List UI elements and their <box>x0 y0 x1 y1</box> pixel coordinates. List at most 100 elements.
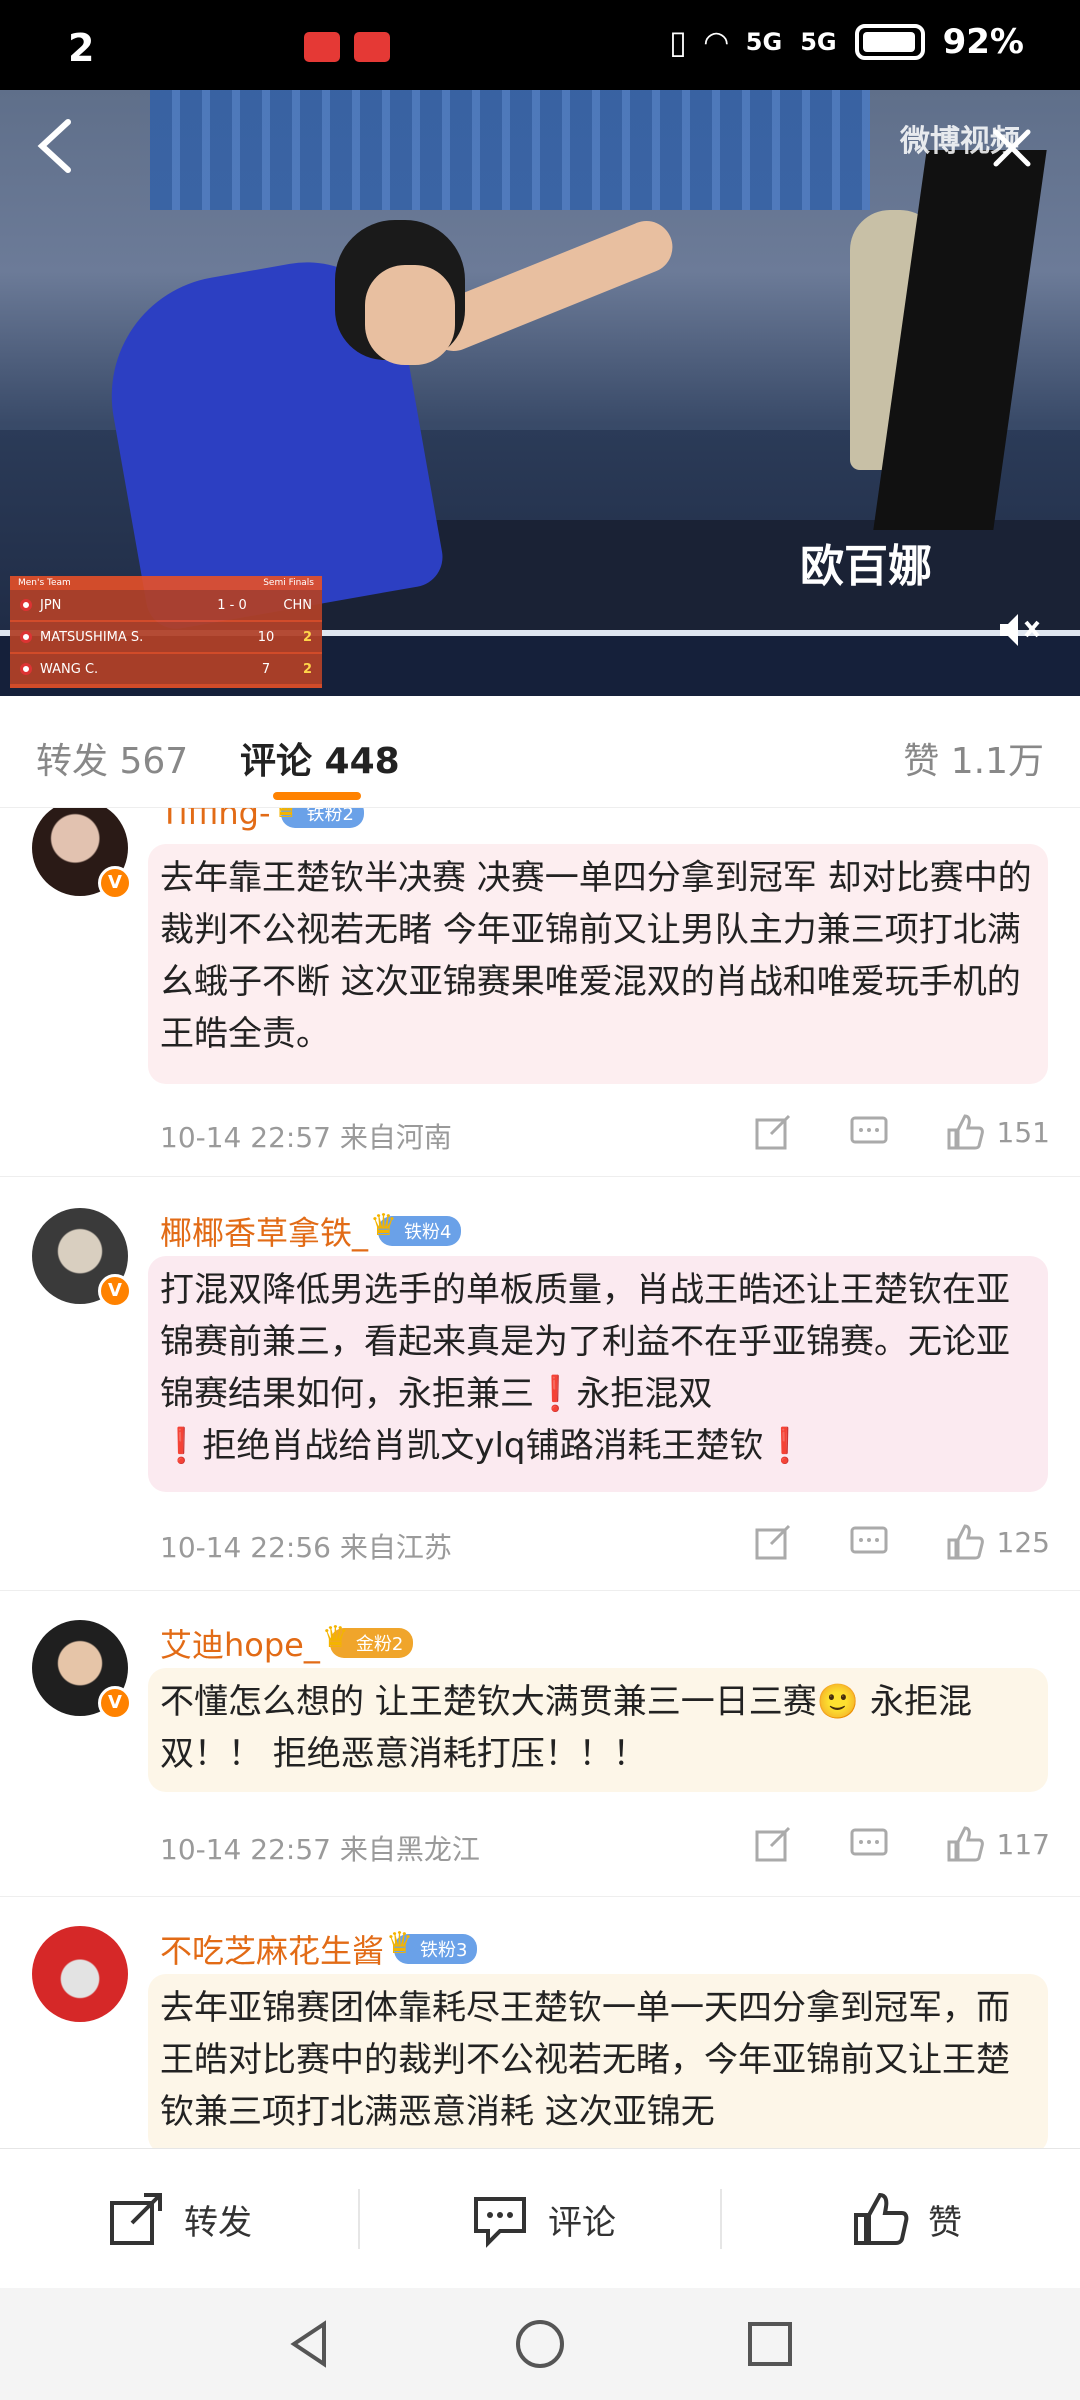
nav-home-icon[interactable] <box>512 2316 568 2372</box>
close-icon[interactable] <box>990 126 1034 170</box>
tab-bar: 转发 567 评论 448 赞 1.1万 <box>0 696 1080 808</box>
nav-back-icon[interactable] <box>282 2316 338 2372</box>
smile-emoji-icon: 🙂 <box>816 1682 860 1722</box>
reply-icon[interactable] <box>849 1112 889 1152</box>
fan-badge: 铁粉2 <box>272 808 364 828</box>
verified-icon: V <box>98 866 132 900</box>
fan-badge: 铁粉3 <box>386 1926 478 1964</box>
battery-level: 92% <box>942 22 1024 62</box>
player-games: 7 <box>261 661 271 677</box>
player-points: 2 <box>302 661 312 677</box>
system-nav-bar <box>0 2288 1080 2400</box>
reply-icon[interactable] <box>849 1824 889 1864</box>
comment-button[interactable]: 评论 <box>470 2189 616 2249</box>
battery-icon <box>854 24 925 60</box>
thumbs-up-icon[interactable] <box>945 1824 985 1864</box>
exclamation-icon: ❗ <box>763 1426 806 1466</box>
username-text: 椰椰香草拿铁_ <box>160 1214 369 1252</box>
like-count: 151 <box>996 1115 1050 1149</box>
comment-text-part: 拒绝肖战给肖凯文ylq铺路消耗王楚钦 <box>202 1426 764 1466</box>
vibrate-icon: ▯ <box>669 23 687 61</box>
tab-like[interactable]: 赞 1.1万 <box>903 732 1044 784</box>
like-label: 赞 <box>928 2202 962 2243</box>
exclamation-icon: ❗ <box>160 1426 203 1466</box>
thumbs-up-icon[interactable] <box>945 1112 985 1152</box>
scoreboard-player-row: WANG C. 7 2 <box>10 654 322 684</box>
fan-badge: 铁粉4 <box>370 1208 462 1246</box>
comment-text-part: 不懂怎么想的 让王楚钦大满贯兼三一日三赛 <box>160 1682 817 1722</box>
thumbs-up-icon[interactable] <box>945 1522 985 1562</box>
fan-badge: 金粉2 <box>322 1620 414 1658</box>
share-icon <box>110 2193 162 2245</box>
share-icon[interactable] <box>753 1522 793 1562</box>
notification-icon <box>304 32 340 62</box>
scoreboard-event: Men's Team <box>18 578 71 588</box>
back-arrow-icon[interactable] <box>32 116 80 176</box>
username-text: 艾迪hope_ <box>160 1626 320 1664</box>
signal-icon: 5G <box>745 28 783 56</box>
comment-actions: 125 <box>697 1522 1050 1562</box>
comment-username[interactable]: 椰椰香草拿铁_ 铁粉4 <box>160 1208 462 1254</box>
status-right: ▯ ◠ 5G 5G 92% <box>669 22 1024 62</box>
comment-meta: 10-14 22:56 来自江苏 <box>160 1526 452 1566</box>
comment-text: 不懂怎么想的 让王楚钦大满贯兼三一日三赛🙂 永拒混双！！ 拒绝恶意消耗打压！！！ <box>148 1668 1048 1792</box>
username-text: Tiffing- <box>160 808 271 832</box>
comment-username[interactable]: 不吃芝麻花生酱 铁粉3 <box>160 1926 478 1972</box>
comment-list[interactable]: V Tiffing- 铁粉2 去年靠王楚钦半决赛 决赛一单四分拿到冠军 却对比赛… <box>0 808 1080 2148</box>
avatar[interactable]: V <box>32 1620 132 1720</box>
wifi-icon: ◠ <box>704 24 728 60</box>
notification-icons <box>304 32 390 62</box>
player-name: MATSUSHIMA S. <box>40 629 144 645</box>
player-games: 10 <box>257 629 275 645</box>
like-count: 125 <box>996 1525 1050 1559</box>
repost-button[interactable]: 转发 <box>106 2189 252 2249</box>
divider <box>0 1176 1080 1177</box>
player-name: WANG C. <box>40 661 99 677</box>
nav-recents-icon[interactable] <box>742 2316 798 2372</box>
comment-meta: 10-14 22:57 来自河南 <box>160 1116 452 1156</box>
comment-text: 去年亚锦赛团体靠耗尽王楚钦一单一天四分拿到冠军，而王皓对比赛中的裁判不公视若无睹… <box>148 1974 1048 2148</box>
comment-text: 去年靠王楚钦半决赛 决赛一单四分拿到冠军 却对比赛中的裁判不公视若无睹 今年亚锦… <box>148 844 1048 1084</box>
notification-icon <box>354 32 390 62</box>
flag-icon <box>20 631 32 643</box>
comment-time: 10-14 22:57 <box>160 1833 331 1866</box>
comment-username[interactable]: Tiffing- 铁粉2 <box>160 808 364 832</box>
repost-label: 转发 <box>184 2202 252 2243</box>
comment-time: 10-14 22:56 <box>160 1531 331 1564</box>
thumbs-up-icon <box>854 2192 909 2245</box>
share-icon[interactable] <box>753 1112 793 1152</box>
flag-icon <box>20 663 32 675</box>
divider <box>0 1590 1080 1591</box>
flag-icon <box>20 599 32 611</box>
team-left: JPN <box>40 597 62 613</box>
scoreboard-stage: Semi Finals <box>263 578 314 588</box>
comment-label: 评论 <box>548 2202 616 2243</box>
tab-repost[interactable]: 转发 567 <box>36 732 188 784</box>
avatar[interactable]: V <box>32 1926 128 2022</box>
comment-actions: 117 <box>697 1824 1050 1864</box>
bottom-action-bar: 转发 评论 赞 <box>0 2148 1080 2288</box>
signal-icon: 5G <box>800 28 837 56</box>
scoreboard: Men's Team Semi Finals JPN 1 - 0 CHN MAT… <box>10 576 322 688</box>
comment-meta: 10-14 22:57 来自黑龙江 <box>160 1828 480 1868</box>
divider <box>720 2189 722 2249</box>
share-icon[interactable] <box>753 1824 793 1864</box>
avatar[interactable]: V <box>32 1208 132 1308</box>
comment-icon <box>474 2197 526 2248</box>
reply-icon[interactable] <box>849 1522 889 1562</box>
divider <box>0 1896 1080 1897</box>
mute-icon[interactable] <box>996 610 1042 650</box>
status-bar: 2 ▯ ◠ 5G 5G 92% <box>0 0 1080 90</box>
verified-icon: V <box>98 1274 132 1308</box>
active-tab-indicator <box>273 792 361 800</box>
scoreboard-player-row: MATSUSHIMA S. 10 2 <box>10 622 322 652</box>
comment-username[interactable]: 艾迪hope_ 金粉2 <box>160 1620 414 1666</box>
like-button[interactable]: 赞 <box>850 2189 962 2249</box>
avatar[interactable]: V <box>32 808 132 900</box>
exclamation-icon: ❗ <box>534 1374 577 1414</box>
status-time: 2 <box>68 26 95 70</box>
comment-location: 来自河南 <box>339 1121 452 1154</box>
username-text: 不吃芝麻花生酱 <box>160 1932 385 1970</box>
sponsor-text: 欧百娜 <box>800 541 932 592</box>
divider <box>358 2189 360 2249</box>
